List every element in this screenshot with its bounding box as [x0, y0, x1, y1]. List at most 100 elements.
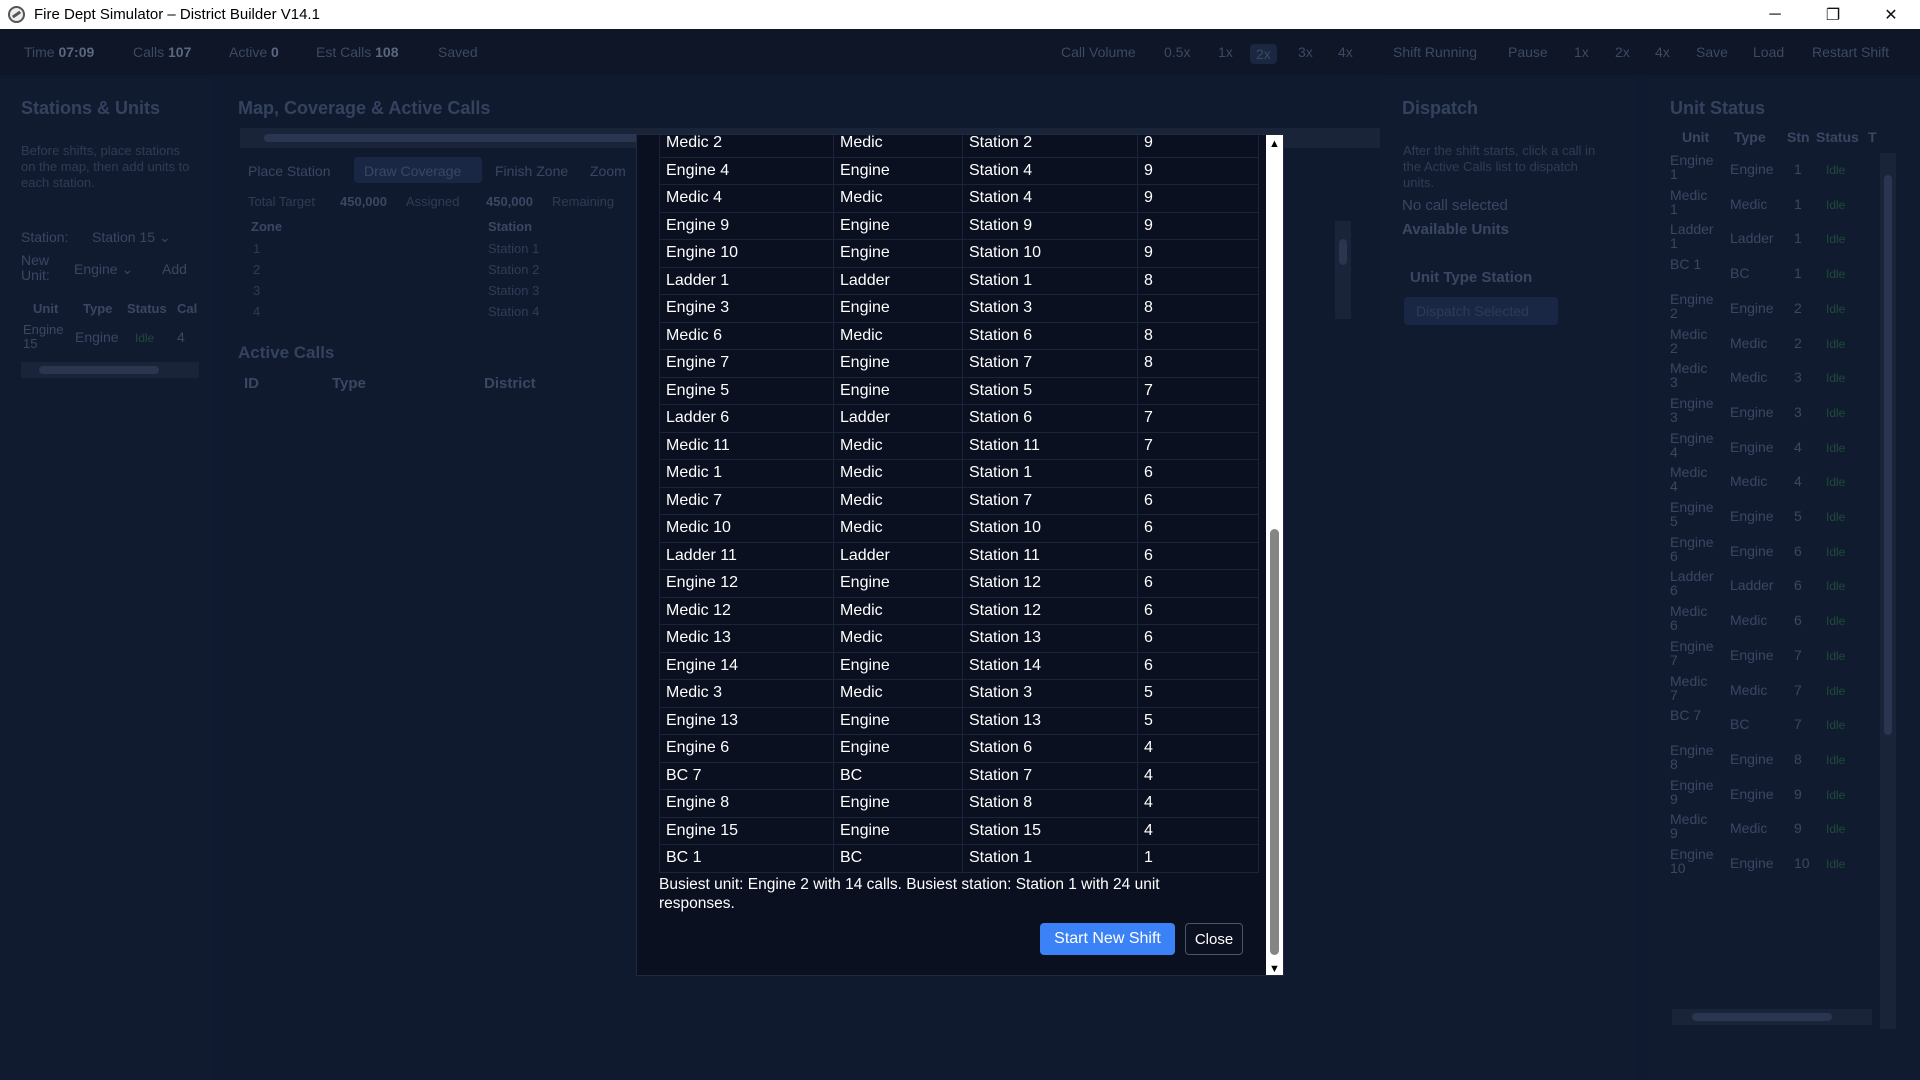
type-cell: BC — [833, 844, 963, 873]
zone-col-header: Zone — [251, 219, 283, 234]
us-row-unit: BC 7 — [1670, 707, 1702, 724]
us-row-status: Idle — [1826, 371, 1846, 386]
zone-row-3-station: Station 3 — [488, 283, 540, 298]
dispatch-selected-button[interactable]: Dispatch Selected — [1416, 303, 1529, 319]
us-row-status: Idle — [1826, 787, 1846, 802]
zones-vscrollbar[interactable] — [1335, 221, 1351, 319]
dispatch-panel: Dispatch After the shift starts, click a… — [1380, 79, 1638, 1080]
us-row-unit: Ladder 6 — [1670, 568, 1714, 599]
tool-place-station[interactable]: Place Station — [248, 163, 331, 179]
us-row-type: Engine — [1730, 403, 1774, 420]
station-cell: Station 8 — [962, 789, 1138, 818]
us-row-type: Ladder — [1730, 230, 1774, 247]
station-cell: Station 6 — [962, 321, 1138, 350]
stations-help-text: Before shifts, place stations on the map… — [21, 143, 190, 190]
us-row-stn: 6 — [1794, 612, 1802, 629]
scroll-up-arrow-icon[interactable]: ▲ — [1266, 135, 1283, 152]
zone-row-2-station: Station 2 — [488, 262, 540, 277]
shift-running-label: Shift Running — [1393, 44, 1478, 60]
speed-4x[interactable]: 4x — [1655, 44, 1670, 60]
unit-status-hscrollbar[interactable] — [1672, 1009, 1872, 1025]
station-cell: Station 11 — [962, 541, 1138, 570]
calls-display: Calls 107 — [133, 44, 192, 60]
add-unit-button[interactable]: Add — [162, 261, 187, 277]
calls-cell: 9 — [1137, 239, 1259, 268]
type-cell: Engine — [833, 211, 963, 240]
table-row: Medic 10 Medic Station 10 6 — [659, 514, 1259, 543]
unit-cell: Medic 7 — [659, 486, 834, 515]
scroll-down-arrow-icon[interactable]: ▼ — [1266, 960, 1283, 975]
col-status: Status — [127, 301, 167, 316]
unit-row-type: Engine — [75, 329, 119, 345]
calls-cell: 9 — [1137, 135, 1259, 158]
table-row: Ladder 1 Ladder Station 18 — [659, 266, 1259, 295]
start-new-shift-button[interactable]: Start New Shift — [1040, 923, 1175, 955]
us-row-stn: 10 — [1794, 855, 1810, 871]
type-cell: Ladder — [833, 266, 963, 295]
calls-cell: 7 — [1137, 376, 1259, 405]
unit-status-vscrollbar[interactable] — [1880, 153, 1896, 1029]
save-button[interactable]: Save — [1696, 44, 1728, 60]
modal-vscrollbar[interactable]: ▲ ▼ — [1266, 135, 1283, 975]
tool-zoom[interactable]: Zoom — [590, 163, 626, 179]
us-row-stn: 7 — [1794, 646, 1802, 663]
table-row: Engine 14 Engine Station 14 6 — [659, 651, 1259, 680]
station-col-header: Station — [488, 219, 533, 234]
load-button[interactable]: Load — [1753, 44, 1784, 60]
volume-4x[interactable]: 4x — [1338, 44, 1353, 60]
us-row-stn: 9 — [1794, 820, 1802, 837]
us-row-unit: Medic 9 — [1670, 811, 1708, 842]
unit-cell: Medic 13 — [659, 624, 834, 653]
us-row-unit: Engine 7 — [1670, 637, 1714, 668]
shift-report-modal: Medic 2 Medic Station 2 9 Engine 4 Engine Stat… — [636, 134, 1284, 976]
close-window-button[interactable]: ✕ — [1862, 0, 1920, 29]
us-row-status: Idle — [1826, 440, 1846, 455]
volume-2x[interactable]: 2x — [1250, 44, 1277, 64]
station-cell: Station 13 — [962, 706, 1138, 735]
tool-draw-coverage[interactable]: Draw Coverage — [364, 163, 461, 179]
table-row: Engine 9 Engine Station 99 — [659, 211, 1259, 240]
volume-3x[interactable]: 3x — [1298, 44, 1313, 60]
modal-scroll-thumb[interactable] — [1270, 529, 1279, 955]
minimize-button[interactable]: ─ — [1746, 0, 1804, 29]
unit-cell: Medic 11 — [659, 431, 834, 460]
unit-cell: Engine 6 — [659, 734, 834, 763]
us-row-unit: Engine 3 — [1670, 394, 1714, 425]
tool-finish-zone[interactable]: Finish Zone — [495, 163, 568, 179]
available-units-headers: Unit Type Station — [1410, 269, 1533, 286]
restart-shift-button[interactable]: Restart Shift — [1812, 44, 1889, 60]
call-volume-label: Call Volume — [1061, 44, 1136, 60]
table-row: Engine 13 Engine Station 13 5 — [659, 706, 1259, 735]
zone-row-1: 1 — [253, 241, 261, 256]
station-cell: Station 7 — [962, 486, 1138, 515]
table-row: Engine 12 Engine Station 12 6 — [659, 569, 1259, 598]
unit-status-panel: Unit Status Unit Type Stn Status T Engin… — [1648, 79, 1920, 1080]
unit-cell: Engine 5 — [659, 376, 834, 405]
pause-button[interactable]: Pause — [1508, 44, 1548, 60]
station-select[interactable]: Station 15 ⌄ — [92, 229, 171, 246]
calls-cell: 8 — [1137, 266, 1259, 295]
est-calls-display: Est Calls 108 — [316, 44, 399, 60]
stations-hscrollbar[interactable] — [21, 362, 199, 378]
close-modal-button[interactable]: Close — [1185, 923, 1243, 955]
volume-1x[interactable]: 1x — [1218, 44, 1233, 60]
us-row-unit: Engine 5 — [1670, 499, 1714, 529]
dispatch-panel-title: Dispatch — [1402, 98, 1479, 118]
us-row-unit: Engine 9 — [1670, 776, 1714, 807]
remaining-label: Remaining — [552, 194, 615, 209]
restore-button[interactable]: ❐ — [1804, 0, 1862, 29]
us-row-unit: Medic 6 — [1670, 603, 1708, 634]
new-unit-select[interactable]: Engine ⌄ — [74, 261, 133, 278]
station-cell: Station 7 — [962, 761, 1138, 790]
speed-1x[interactable]: 1x — [1574, 44, 1589, 60]
volume-0.5x[interactable]: 0.5x — [1164, 44, 1190, 60]
active-calls-col-type: Type — [332, 375, 366, 392]
speed-2x[interactable]: 2x — [1615, 44, 1630, 60]
calls-cell: 6 — [1137, 541, 1259, 570]
us-row-type: Medic — [1730, 820, 1768, 837]
us-row-status: Idle — [1826, 232, 1846, 247]
us-col-unit: Unit — [1682, 129, 1710, 145]
table-row: Engine 10 Engine Station 10 9 — [659, 239, 1259, 268]
us-row-unit: Engine 6 — [1670, 533, 1714, 564]
us-row-unit: BC 1 — [1670, 256, 1702, 273]
